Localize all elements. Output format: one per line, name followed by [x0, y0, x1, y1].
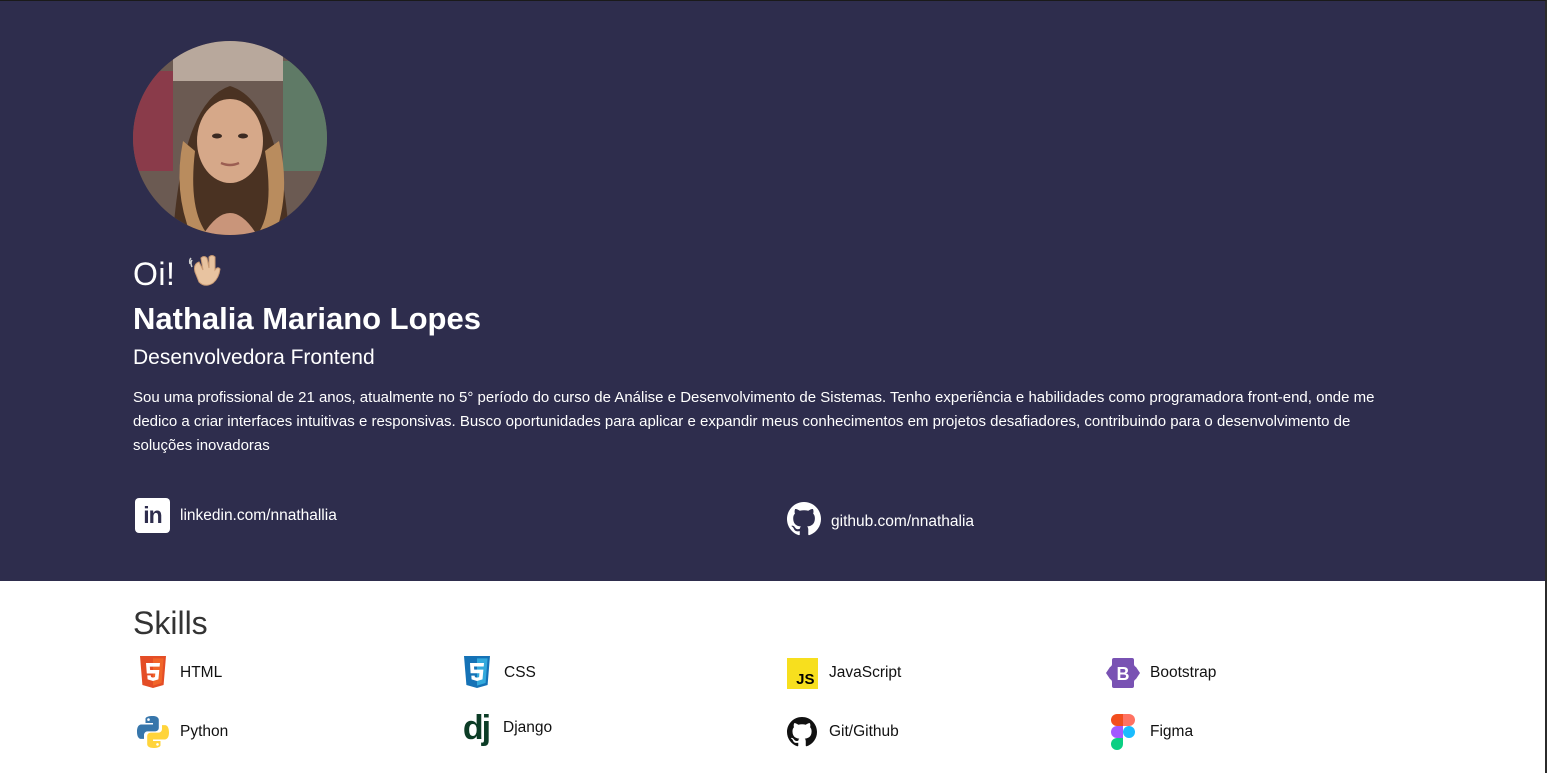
javascript-icon: JS [785, 656, 819, 690]
skill-python: Python [136, 715, 228, 749]
django-icon: dj [462, 709, 491, 747]
profile-bio: Sou uma profissional de 21 anos, atualme… [133, 389, 1375, 454]
skill-label: JavaScript [829, 664, 902, 681]
portfolio-page: Oi! Nathalia Mariano Lopes Desenvolvedor… [0, 0, 1547, 773]
waving-hand-icon [187, 252, 223, 296]
skill-label: Git/Github [829, 723, 899, 740]
profile-name: Nathalia Mariano Lopes [133, 301, 481, 336]
figma-icon [1106, 714, 1140, 750]
python-icon [136, 715, 170, 749]
linkedin-link[interactable]: in linkedin.com/nnathallia [135, 498, 337, 533]
svg-text:B: B [1117, 664, 1130, 684]
hero-section: Oi! Nathalia Mariano Lopes Desenvolvedor… [0, 1, 1545, 581]
html5-icon [136, 656, 170, 690]
css3-icon [460, 656, 494, 690]
skill-html: HTML [136, 656, 222, 690]
github-icon [785, 715, 819, 749]
skills-title: Skills [133, 605, 208, 641]
skill-label: CSS [504, 664, 536, 681]
linkedin-link-label: linkedin.com/nnathallia [180, 506, 337, 524]
skill-git-github: Git/Github [785, 715, 899, 749]
skill-label: Bootstrap [1150, 664, 1217, 681]
linkedin-icon: in [135, 498, 170, 533]
skill-label: Python [180, 723, 229, 740]
github-link[interactable]: github.com/nnathalia [787, 502, 974, 541]
avatar [133, 41, 327, 235]
greeting-text: Oi! [133, 255, 176, 292]
greeting: Oi! [133, 252, 223, 296]
bootstrap-icon: B [1106, 656, 1140, 690]
skill-figma: Figma [1106, 714, 1194, 750]
skill-label: Figma [1150, 723, 1194, 740]
skill-css: CSS [460, 656, 536, 690]
skill-javascript: JS JavaScript [785, 656, 901, 690]
skill-label: HTML [180, 664, 223, 681]
skill-bootstrap: B Bootstrap [1106, 656, 1216, 690]
skill-django: dj Django [459, 711, 552, 745]
skill-label: Django [503, 719, 553, 736]
github-icon [787, 502, 821, 541]
github-link-label: github.com/nnathalia [831, 512, 975, 530]
profile-role: Desenvolvedora Frontend [133, 346, 375, 369]
